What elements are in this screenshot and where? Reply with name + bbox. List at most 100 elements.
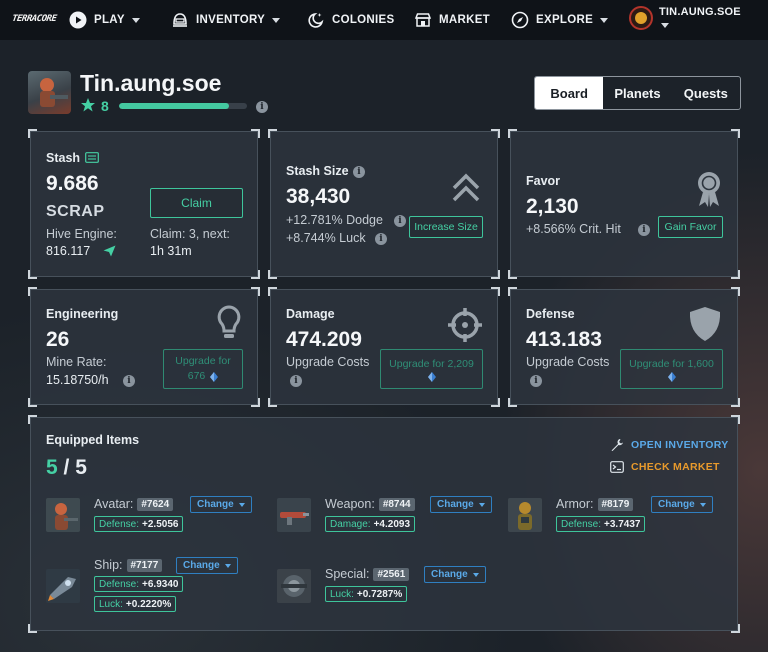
nav-market[interactable]: MARKET — [414, 0, 490, 40]
check-market-label: CHECK MARKET — [631, 461, 720, 473]
favor-crit: +8.566% Crit. Hit — [526, 222, 621, 236]
mine-rate-info-icon[interactable]: i — [123, 375, 135, 387]
chevron-down-icon — [600, 17, 609, 23]
damage-costs-info-icon[interactable]: i — [290, 375, 302, 387]
defense-card: Defense 413.183 Upgrade Costs i Upgrade … — [508, 287, 740, 407]
ship-stat-value: +6.9340 — [142, 578, 179, 590]
weapon-stat-key: Damage: — [330, 518, 371, 530]
open-inventory-link[interactable]: OPEN INVENTORY — [610, 438, 729, 452]
defense-costs-info-icon[interactable]: i — [530, 375, 542, 387]
defense-upgrade-costs-label: Upgrade Costs — [526, 355, 610, 369]
avatar-slot-label: Avatar: — [94, 497, 134, 511]
engineering-value: 26 — [46, 328, 70, 351]
special-slot-label: Special: — [325, 567, 370, 581]
ship-id-badge: #7177 — [126, 558, 163, 572]
profile-username: Tin.aung.soe — [80, 70, 222, 96]
stash-value: 9.686 — [46, 172, 99, 195]
damage-value: 474.209 — [286, 328, 362, 351]
check-market-link[interactable]: CHECK MARKET — [610, 460, 720, 474]
character-portrait — [40, 78, 68, 107]
terminal-icon — [610, 461, 624, 473]
gain-favor-button[interactable]: Gain Favor — [658, 216, 723, 238]
avatar-item-image[interactable] — [46, 498, 80, 532]
nav-inventory[interactable]: INVENTORY — [171, 0, 281, 40]
upgrade-defense-label: Upgrade for 1,600 — [629, 357, 714, 370]
tab-quests[interactable]: Quests — [672, 77, 740, 109]
luck-info-icon[interactable]: i — [375, 233, 387, 245]
weapon-slot-label: Weapon: — [325, 497, 375, 511]
special-stat-key: Luck: — [330, 588, 354, 600]
claim-button[interactable]: Claim — [150, 188, 243, 218]
crit-info-icon[interactable]: i — [638, 224, 650, 236]
hive-engine-label: Hive Engine: — [46, 227, 117, 241]
special-item-image[interactable] — [277, 569, 311, 603]
special-change-button[interactable]: Change — [424, 566, 486, 583]
avatar-stat-chip: Defense: +2.5056 — [94, 516, 184, 532]
stash-title: Stash — [46, 151, 81, 165]
chevron-down-icon — [131, 17, 140, 23]
mine-rate-label: Mine Rate: — [46, 355, 107, 369]
upgrade-damage-label: Upgrade for 2,209 — [389, 357, 474, 370]
damage-title: Damage — [286, 307, 335, 321]
upgrade-engineering-label: Upgrade for — [175, 355, 231, 367]
nav-explore[interactable]: EXPLORE — [511, 0, 609, 40]
nav-colonies-label: COLONIES — [332, 14, 395, 26]
profile-avatar — [28, 71, 71, 114]
armor-slot-label: Armor: — [556, 497, 594, 511]
avatar-stat-value: +2.5056 — [142, 518, 179, 530]
claim-info-line1: Claim: 3, next: — [150, 227, 230, 241]
dodge-info-icon[interactable]: i — [394, 215, 406, 227]
ship-item-image[interactable] — [46, 569, 80, 603]
nav-user-menu[interactable]: TIN.AUNG.SOE — [629, 0, 741, 40]
increase-size-button[interactable]: Increase Size — [409, 216, 483, 238]
nav-colonies[interactable]: COLONIES — [307, 0, 394, 40]
favor-card: Favor 2,130 +8.566% Crit. Hit i Gain Fav… — [508, 129, 740, 279]
weapon-change-button[interactable]: Change — [430, 496, 492, 513]
tab-board[interactable]: Board — [535, 77, 604, 109]
stash-card: Stash 9.686 SCRAP Hive Engine: 816.117 C… — [28, 129, 260, 279]
stash-size-info-icon[interactable]: i — [353, 166, 365, 178]
chevron-down-icon — [472, 572, 479, 577]
weapon-change-label: Change — [437, 499, 474, 510]
ship-change-button[interactable]: Change — [176, 557, 238, 574]
award-ribbon-icon — [698, 172, 720, 207]
weapon-slot: Weapon: #8744 — [325, 497, 415, 511]
upgrade-defense-button[interactable]: Upgrade for 1,600 — [620, 349, 723, 389]
defense-title: Defense — [526, 307, 575, 321]
xp-progress-bar — [119, 103, 247, 109]
damage-upgrade-costs-label: Upgrade Costs — [286, 355, 370, 369]
stash-unit: SCRAP — [46, 203, 105, 220]
top-nav: TERRACORE PLAY INVENTORY COLONIES MARKET — [0, 0, 768, 40]
send-icon[interactable] — [103, 245, 116, 257]
upgrade-engineering-button[interactable]: Upgrade for 676 — [163, 349, 243, 389]
chevron-down-icon — [238, 502, 245, 507]
weapon-item-image[interactable] — [277, 498, 311, 532]
lightbulb-icon — [217, 305, 241, 338]
armor-slot: Armor: #8179 — [556, 497, 634, 511]
hive-engine-value: 816.117 — [46, 244, 91, 258]
ship-stat-key: Luck: — [99, 598, 123, 610]
avatar-change-button[interactable]: Change — [190, 496, 252, 513]
favor-title: Favor — [526, 174, 561, 188]
nav-play[interactable]: PLAY — [69, 0, 140, 40]
crystal-icon — [667, 371, 676, 382]
chevron-down-icon — [272, 17, 281, 23]
tab-planets[interactable]: Planets — [603, 77, 671, 109]
xp-info-icon[interactable]: i — [256, 101, 268, 113]
helmet-icon — [173, 13, 187, 27]
special-id-badge: #2561 — [373, 567, 410, 581]
wrench-icon — [611, 439, 623, 451]
stash-size-luck: +8.744% Luck — [286, 231, 366, 245]
weapon-stat-chip: Damage: +4.2093 — [325, 516, 416, 532]
receipt-icon[interactable] — [85, 152, 99, 163]
chevron-down-icon — [478, 502, 485, 507]
armor-change-button[interactable]: Change — [651, 496, 713, 513]
armor-item-image[interactable] — [508, 498, 542, 532]
equipped-count-current: 5 — [46, 456, 58, 479]
crosshair-icon — [448, 308, 482, 342]
upgrade-damage-button[interactable]: Upgrade for 2,209 — [380, 349, 483, 389]
armor-stat-chip: Defense: +3.7437 — [556, 516, 646, 532]
ship-stat-value: +0.2220% — [125, 598, 172, 610]
defense-value: 413.183 — [526, 328, 602, 351]
terracore-logo[interactable]: TERRACORE — [10, 8, 59, 30]
